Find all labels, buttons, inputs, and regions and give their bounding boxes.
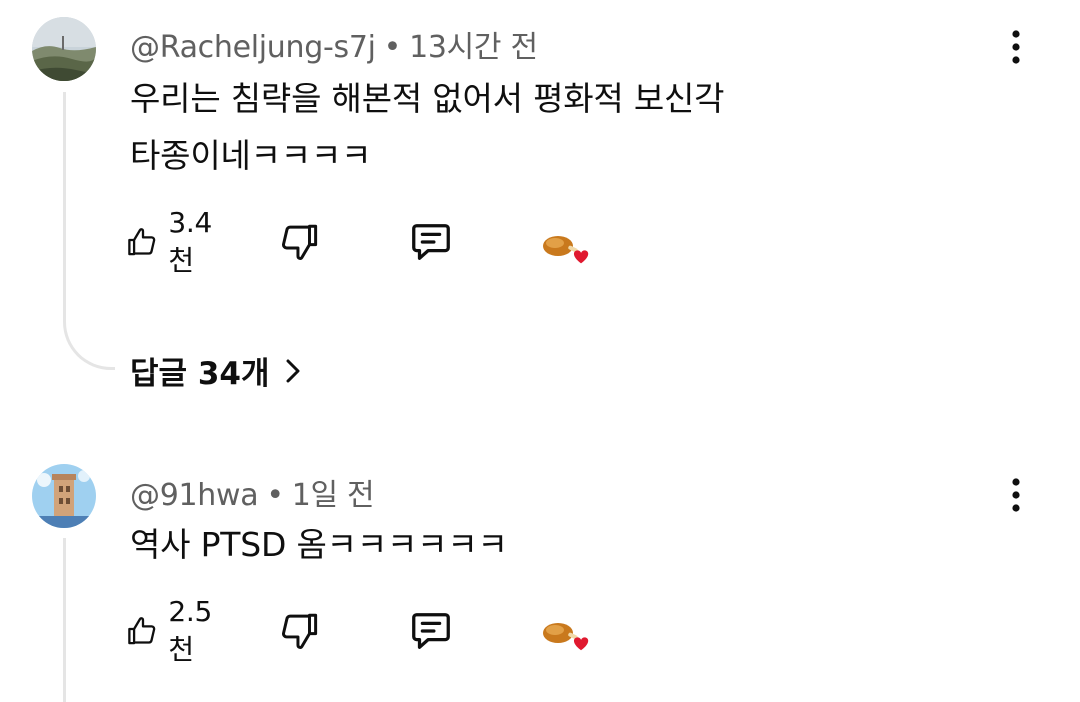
comment-meta: @Racheljung-s7j • 13시간 전 <box>130 22 538 66</box>
chicken-heart-icon <box>543 623 589 651</box>
thumbs-down-icon <box>282 613 318 649</box>
like-count: 2.5천 <box>168 594 213 666</box>
dislike-button[interactable] <box>278 217 320 267</box>
reply-button[interactable] <box>408 217 454 267</box>
thumbs-up-icon <box>128 617 156 645</box>
creator-heart <box>538 614 594 664</box>
comment-bubble-icon <box>412 613 450 649</box>
creator-heart <box>538 227 594 277</box>
comment-text: 역사 PTSD 옴ㅋㅋㅋㅋㅋㅋ <box>130 516 508 573</box>
thread-connector <box>63 322 115 370</box>
landscape-avatar-icon <box>32 17 96 81</box>
comment-text-line: 역사 PTSD 옴ㅋㅋㅋㅋㅋㅋ <box>130 525 508 564</box>
comment-meta: @91hwa • 1일 전 <box>130 470 375 514</box>
comment-author[interactable]: @Racheljung-s7j <box>130 30 376 65</box>
more-vertical-icon <box>1012 478 1020 512</box>
avatar[interactable] <box>32 17 96 81</box>
view-replies-button[interactable]: 답글 34개 <box>130 348 304 393</box>
meta-separator: • <box>383 30 402 65</box>
comment-author[interactable]: @91hwa <box>130 478 259 513</box>
more-options-button[interactable] <box>1000 474 1032 518</box>
reply-button[interactable] <box>408 606 454 656</box>
comment-text-line: 우리는 침략을 해본적 없어서 평화적 보신각 <box>130 79 725 118</box>
like-count: 3.4천 <box>168 205 213 277</box>
comment-text: 우리는 침략을 해본적 없어서 평화적 보신각 타종이네ㅋㅋㅋㅋ <box>130 70 725 184</box>
dislike-button[interactable] <box>278 606 320 656</box>
meta-separator: • <box>266 478 284 513</box>
comment-bubble-icon <box>412 224 450 260</box>
avatar[interactable] <box>32 464 96 528</box>
thread-line <box>63 92 66 322</box>
thumbs-down-icon <box>282 224 318 260</box>
like-button[interactable]: 3.4천 <box>126 206 222 277</box>
comment-text-line: 타종이네ㅋㅋㅋㅋ <box>130 136 372 175</box>
more-options-button[interactable] <box>1000 26 1032 70</box>
tower-avatar-icon <box>32 464 96 528</box>
comment-time: 13시간 전 <box>409 30 538 65</box>
like-button[interactable]: 2.5천 <box>126 595 222 666</box>
thumbs-up-icon <box>128 228 156 256</box>
thread-line <box>63 538 66 702</box>
more-vertical-icon <box>1012 30 1020 64</box>
replies-label: 답글 34개 <box>130 356 270 392</box>
chevron-right-icon <box>286 359 299 382</box>
chicken-heart-icon <box>543 236 589 264</box>
comment-time: 1일 전 <box>291 478 375 513</box>
